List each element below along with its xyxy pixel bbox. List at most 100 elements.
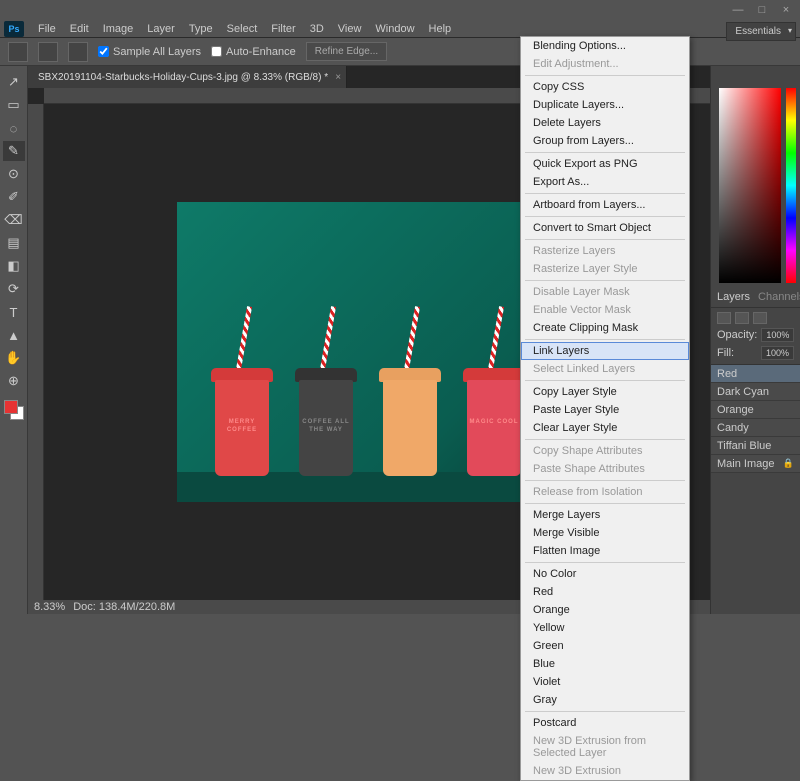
- window-titlebar: — □ ×: [0, 0, 800, 20]
- tab-channels[interactable]: Channels: [758, 291, 800, 303]
- ctx-orange[interactable]: Orange: [521, 601, 689, 619]
- layer-main-image[interactable]: Main Image🔒: [711, 455, 800, 473]
- tool-preset-swatch[interactable]: [8, 42, 28, 62]
- ctx-merge-visible[interactable]: Merge Visible: [521, 524, 689, 542]
- tool-9[interactable]: ⟳: [3, 279, 25, 299]
- ctx-violet[interactable]: Violet: [521, 673, 689, 691]
- layer-filter-icon-2[interactable]: [753, 312, 767, 324]
- layer-filter-icon[interactable]: [735, 312, 749, 324]
- zoom-level[interactable]: 8.33%: [34, 601, 65, 613]
- menu-3d[interactable]: 3D: [304, 21, 330, 37]
- workspace-switcher[interactable]: Essentials: [726, 22, 796, 41]
- document-tab[interactable]: SBX20191104-Starbucks-Holiday-Cups-3.jpg…: [28, 66, 347, 88]
- menu-window[interactable]: Window: [369, 21, 420, 37]
- ctx-clear-layer-style[interactable]: Clear Layer Style: [521, 419, 689, 437]
- ctx-duplicate-layers-[interactable]: Duplicate Layers...: [521, 96, 689, 114]
- layers-panel-tabs: Layers Channels Paths: [711, 286, 800, 308]
- menu-view[interactable]: View: [332, 21, 368, 37]
- ctx-rasterize-layer-style: Rasterize Layer Style: [521, 260, 689, 278]
- tool-10[interactable]: T: [3, 302, 25, 322]
- tool-2[interactable]: ◌: [3, 118, 25, 138]
- ctx-export-as-[interactable]: Export As...: [521, 173, 689, 191]
- ctx-new-d-extrusion-from-selected-layer: New 3D Extrusion from Selected Layer: [521, 732, 689, 762]
- menu-edit[interactable]: Edit: [64, 21, 95, 37]
- color-field[interactable]: [719, 88, 781, 283]
- tab-layers[interactable]: Layers: [717, 291, 750, 303]
- ctx-delete-layers[interactable]: Delete Layers: [521, 114, 689, 132]
- menu-image[interactable]: Image: [97, 21, 140, 37]
- opacity-value[interactable]: 100%: [761, 328, 794, 342]
- fill-value[interactable]: 100%: [761, 346, 794, 360]
- tool-6[interactable]: ⌫: [3, 210, 25, 230]
- menu-select[interactable]: Select: [221, 21, 264, 37]
- menu-help[interactable]: Help: [423, 21, 458, 37]
- ctx-convert-to-smart-object[interactable]: Convert to Smart Object: [521, 219, 689, 237]
- menu-file[interactable]: File: [32, 21, 62, 37]
- color-swatches[interactable]: [4, 400, 24, 420]
- color-picker-panel[interactable]: [711, 66, 800, 286]
- menu-type[interactable]: Type: [183, 21, 219, 37]
- brush-swatch[interactable]: [38, 42, 58, 62]
- ctx-no-color[interactable]: No Color: [521, 565, 689, 583]
- mode-swatch[interactable]: [68, 42, 88, 62]
- tool-4[interactable]: ⊙: [3, 164, 25, 184]
- ctx-green[interactable]: Green: [521, 637, 689, 655]
- canvas: MERRY COFFEECOFFEE ALL THE WAYMAGIC COOL: [177, 202, 577, 502]
- ctx-copy-layer-style[interactable]: Copy Layer Style: [521, 383, 689, 401]
- ctx-select-linked-layers: Select Linked Layers: [521, 360, 689, 378]
- cup: COFFEE ALL THE WAY: [295, 368, 357, 476]
- ctx-red[interactable]: Red: [521, 583, 689, 601]
- close-button[interactable]: ×: [774, 2, 798, 18]
- tool-8[interactable]: ◧: [3, 256, 25, 276]
- layer-orange[interactable]: Orange: [711, 401, 800, 419]
- lock-icon: 🔒: [783, 458, 794, 469]
- tools-panel: ↗ ▭ ◌ ✎ ⊙ ✐ ⌫ ▤ ◧ ⟳ T ▲ ✋ ⊕: [0, 66, 28, 614]
- ctx-gray[interactable]: Gray: [521, 691, 689, 709]
- doc-info: Doc: 138.4M/220.8M: [73, 601, 175, 613]
- sample-all-layers-checkbox[interactable]: Sample All Layers: [98, 46, 201, 58]
- layer-tiffani-blue[interactable]: Tiffani Blue: [711, 437, 800, 455]
- layer-red[interactable]: Red: [711, 365, 800, 383]
- minimize-button[interactable]: —: [726, 2, 750, 18]
- ctx-link-layers[interactable]: Link Layers: [521, 342, 689, 360]
- ctx-paste-layer-style[interactable]: Paste Layer Style: [521, 401, 689, 419]
- vertical-ruler: [28, 104, 44, 600]
- tool-12[interactable]: ✋: [3, 348, 25, 368]
- refine-edge-button[interactable]: Refine Edge...: [306, 42, 387, 61]
- ctx-paste-shape-attributes: Paste Shape Attributes: [521, 460, 689, 478]
- tool-13[interactable]: ⊕: [3, 371, 25, 391]
- ctx-create-clipping-mask[interactable]: Create Clipping Mask: [521, 319, 689, 337]
- ctx-flatten-image[interactable]: Flatten Image: [521, 542, 689, 560]
- layer-dark-cyan[interactable]: Dark Cyan: [711, 383, 800, 401]
- app-logo: Ps: [4, 21, 24, 37]
- ctx-yellow[interactable]: Yellow: [521, 619, 689, 637]
- layer-candy[interactable]: Candy: [711, 419, 800, 437]
- ctx-edit-adjustment-: Edit Adjustment...: [521, 55, 689, 73]
- blend-mode-icon[interactable]: [717, 312, 731, 324]
- layer-options: Opacity:100% Fill:100%: [711, 308, 800, 365]
- ctx-group-from-layers-[interactable]: Group from Layers...: [521, 132, 689, 150]
- menu-layer[interactable]: Layer: [141, 21, 181, 37]
- auto-enhance-checkbox[interactable]: Auto-Enhance: [211, 46, 296, 58]
- tool-1[interactable]: ▭: [3, 95, 25, 115]
- ctx-artboard-from-layers-[interactable]: Artboard from Layers...: [521, 196, 689, 214]
- layers-list: RedDark CyanOrangeCandyTiffani BlueMain …: [711, 365, 800, 614]
- ctx-postcard[interactable]: Postcard: [521, 714, 689, 732]
- ctx-blending-options-[interactable]: Blending Options...: [521, 37, 689, 55]
- maximize-button[interactable]: □: [750, 2, 774, 18]
- ctx-release-from-isolation: Release from Isolation: [521, 483, 689, 501]
- ctx-enable-vector-mask: Enable Vector Mask: [521, 301, 689, 319]
- cup: [379, 368, 441, 476]
- tool-11[interactable]: ▲: [3, 325, 25, 345]
- tool-3[interactable]: ✎: [3, 141, 25, 161]
- tool-0[interactable]: ↗: [3, 72, 25, 92]
- menu-filter[interactable]: Filter: [265, 21, 301, 37]
- tool-7[interactable]: ▤: [3, 233, 25, 253]
- ctx-copy-css[interactable]: Copy CSS: [521, 78, 689, 96]
- ctx-merge-layers[interactable]: Merge Layers: [521, 506, 689, 524]
- tool-5[interactable]: ✐: [3, 187, 25, 207]
- ctx-quick-export-as-png[interactable]: Quick Export as PNG: [521, 155, 689, 173]
- ctx-copy-shape-attributes: Copy Shape Attributes: [521, 442, 689, 460]
- ctx-blue[interactable]: Blue: [521, 655, 689, 673]
- hue-slider[interactable]: [786, 88, 796, 283]
